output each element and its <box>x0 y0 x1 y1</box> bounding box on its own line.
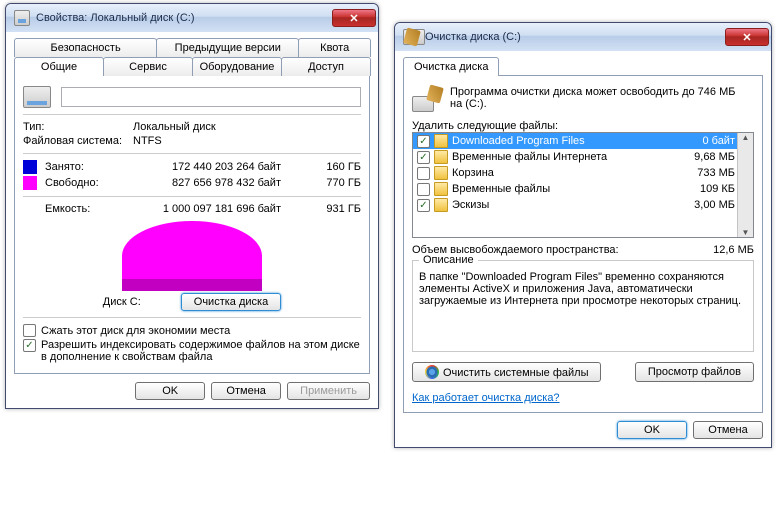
filelist-label: Удалить следующие файлы: <box>412 120 754 132</box>
close-button[interactable]: ✕ <box>725 28 769 46</box>
intro-line2: на (C:). <box>450 98 754 110</box>
usage-pie-chart <box>122 221 262 291</box>
intro-line1: Программа очистки диска может освободить… <box>450 86 754 98</box>
free-color-swatch <box>23 176 37 190</box>
folder-icon <box>434 134 448 148</box>
item-size: 109 КБ <box>700 183 735 195</box>
list-item[interactable]: Временные файлы109 КБ <box>413 181 753 197</box>
drive-icon-large <box>23 86 51 108</box>
type-label: Тип: <box>23 121 133 133</box>
scrollbar[interactable] <box>737 133 753 237</box>
item-label: Эскизы <box>452 199 694 211</box>
folder-icon <box>434 198 448 212</box>
tab-quota[interactable]: Квота <box>298 38 371 57</box>
used-label: Занято: <box>45 161 115 173</box>
titlebar[interactable]: Свойства: Локальный диск (C:) ✕ <box>6 4 378 32</box>
free-bytes: 827 656 978 432 байт <box>115 177 301 189</box>
item-checkbox[interactable]: ✓ <box>417 135 430 148</box>
item-size: 0 байт <box>702 135 735 147</box>
compress-checkbox[interactable] <box>23 324 36 337</box>
used-bytes: 172 440 203 264 байт <box>115 161 301 173</box>
description-text: В папке "Downloaded Program Files" време… <box>419 271 747 307</box>
item-size: 9,68 МБ <box>694 151 735 163</box>
total-value: 12,6 МБ <box>713 244 754 256</box>
tab-sharing[interactable]: Доступ <box>281 57 371 76</box>
file-list[interactable]: ✓ Downloaded Program Files0 байт ✓ Временны… <box>412 132 754 238</box>
item-size: 3,00 МБ <box>694 199 735 211</box>
index-checkbox[interactable] <box>23 339 36 352</box>
list-item[interactable]: ✓ Downloaded Program Files0 байт <box>413 133 753 149</box>
disk-caption: Диск C: <box>103 296 141 308</box>
clean-system-files-button[interactable]: Очистить системные файлы <box>412 362 601 382</box>
shield-icon <box>425 365 439 379</box>
capacity-human: 931 ГБ <box>301 203 361 215</box>
item-checkbox[interactable] <box>417 183 430 196</box>
tab-general[interactable]: Общие <box>14 57 104 76</box>
tabs-row-top: Безопасность Предыдущие версии Квота <box>14 38 370 57</box>
item-label: Корзина <box>452 167 697 179</box>
titlebar[interactable]: Очистка диска (C:) ✕ <box>395 23 771 51</box>
item-size: 733 МБ <box>697 167 735 179</box>
index-label: Разрешить индексировать содержимое файло… <box>41 339 361 363</box>
item-checkbox[interactable] <box>417 167 430 180</box>
disk-cleanup-button[interactable]: Очистка диска <box>181 293 281 311</box>
free-label: Свободно: <box>45 177 115 189</box>
list-item[interactable]: ✓ Временные файлы Интернета9,68 МБ <box>413 149 753 165</box>
type-value: Локальный диск <box>133 121 361 133</box>
close-button[interactable]: ✕ <box>332 9 376 27</box>
item-label: Downloaded Program Files <box>452 135 702 147</box>
item-label: Временные файлы Интернета <box>452 151 694 163</box>
tab-hardware[interactable]: Оборудование <box>192 57 282 76</box>
description-legend: Описание <box>419 254 478 266</box>
list-item[interactable]: ✓ Эскизы3,00 МБ <box>413 197 753 213</box>
cancel-button[interactable]: Отмена <box>211 382 281 400</box>
window-title: Свойства: Локальный диск (C:) <box>36 12 332 24</box>
volume-label-input[interactable] <box>61 87 361 107</box>
ok-button[interactable]: OK <box>135 382 205 400</box>
fs-label: Файловая система: <box>23 135 133 147</box>
folder-icon <box>434 166 448 180</box>
item-checkbox[interactable]: ✓ <box>417 199 430 212</box>
tab-security[interactable]: Безопасность <box>14 38 157 57</box>
fs-value: NTFS <box>133 135 361 147</box>
used-human: 160 ГБ <box>301 161 361 173</box>
drive-icon <box>14 10 30 26</box>
cancel-button[interactable]: Отмена <box>693 421 763 439</box>
folder-icon <box>434 150 448 164</box>
capacity-bytes: 1 000 097 181 696 байт <box>115 203 301 215</box>
view-files-button[interactable]: Просмотр файлов <box>635 362 754 382</box>
apply-button[interactable]: Применить <box>287 382 370 400</box>
compress-label: Сжать этот диск для экономии места <box>41 325 230 337</box>
cleanup-icon-large <box>412 86 442 112</box>
free-human: 770 ГБ <box>301 177 361 189</box>
ok-button[interactable]: OK <box>617 421 687 439</box>
how-it-works-link[interactable]: Как работает очистка диска? <box>412 392 560 404</box>
tab-disk-cleanup[interactable]: Очистка диска <box>403 57 499 76</box>
item-label: Временные файлы <box>452 183 700 195</box>
used-color-swatch <box>23 160 37 174</box>
capacity-label: Емкость: <box>23 203 115 215</box>
description-group: Описание В папке "Downloaded Program Fil… <box>412 260 754 352</box>
cleanup-icon <box>403 29 419 45</box>
tab-previous-versions[interactable]: Предыдущие версии <box>156 38 299 57</box>
tabs-row-bottom: Общие Сервис Оборудование Доступ <box>14 57 370 76</box>
item-checkbox[interactable]: ✓ <box>417 151 430 164</box>
list-item[interactable]: Корзина733 МБ <box>413 165 753 181</box>
tab-tools[interactable]: Сервис <box>103 57 193 76</box>
folder-icon <box>434 182 448 196</box>
window-title: Очистка диска (C:) <box>425 31 725 43</box>
